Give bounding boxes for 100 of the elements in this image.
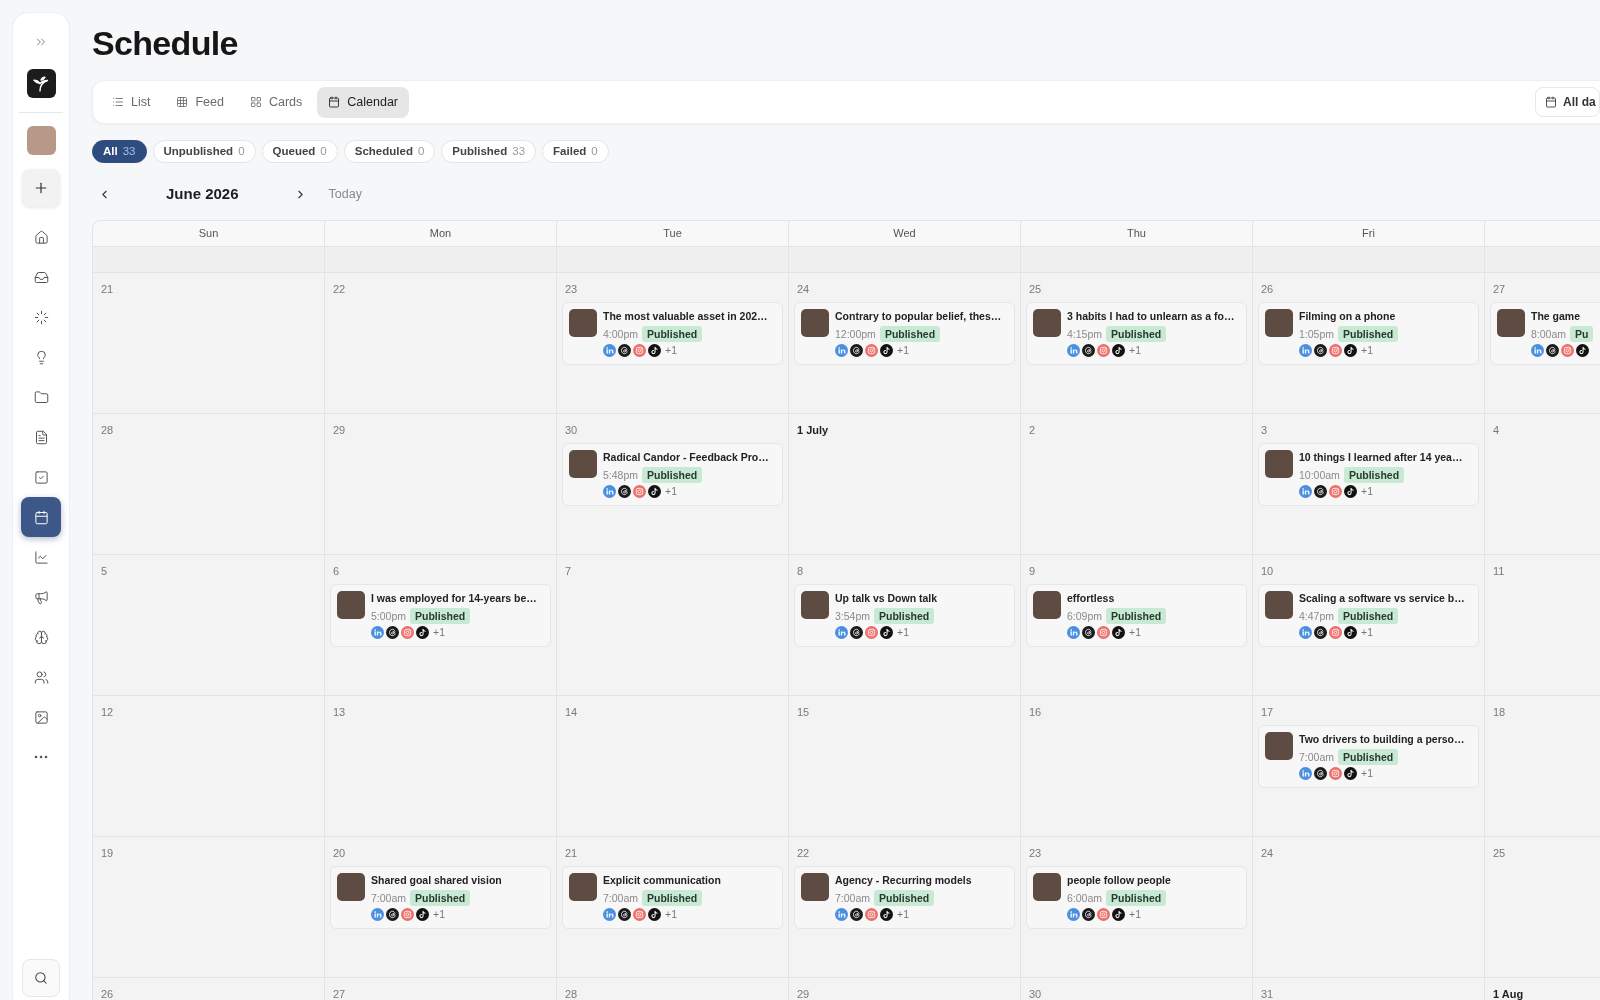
post-card[interactable]: Radical Candor - Feedback Pro… 5:48pm Published +1 — [562, 443, 783, 506]
status-badge: Published — [1338, 326, 1399, 343]
day-number: 20 — [333, 846, 346, 860]
post-title: Filming on a phone — [1299, 309, 1397, 323]
view-tab[interactable]: Feed — [165, 86, 235, 118]
photo-placeholder — [569, 450, 597, 478]
post-card[interactable]: Contrary to popular belief, thes… 12:00pm Published +1 — [794, 302, 1015, 365]
photo-placeholder — [801, 873, 829, 901]
platform-count: +1 — [1129, 908, 1141, 922]
status-badge: Published — [879, 326, 941, 343]
status-badge: Published — [874, 608, 935, 625]
filter-pill[interactable]: All 33 — [92, 140, 147, 163]
post-title: Explicit communication — [603, 873, 721, 887]
home-icon — [33, 229, 49, 245]
post-title: Contrary to popular belief, thes… — [835, 309, 1002, 323]
filter-pill[interactable]: Unpublished 0 — [152, 140, 256, 163]
chevrons-right-icon — [34, 35, 48, 49]
linkedin-icon — [835, 344, 848, 358]
filter-pill[interactable]: Queued 0 — [261, 140, 338, 163]
post-time: 5:48pm — [603, 468, 639, 483]
linkedin-icon — [1067, 344, 1080, 358]
threads-icon — [1314, 344, 1327, 358]
day-number: 23 — [565, 282, 578, 296]
photo-placeholder — [1265, 450, 1293, 478]
date-range-button[interactable]: All da — [1535, 87, 1600, 117]
day-number: 4 — [1493, 423, 1500, 437]
post-card[interactable]: Two drivers to building a perso… 7:00am Published +1 — [1258, 725, 1479, 788]
status-badge: Published — [1106, 326, 1167, 343]
tiktok-icon — [648, 344, 661, 358]
linkedin-icon — [1067, 908, 1080, 922]
post-time: 8:00am — [1531, 327, 1567, 342]
post-time: 3:54pm — [835, 609, 871, 624]
threads-icon — [1082, 344, 1095, 358]
cards-grid-icon — [249, 96, 262, 108]
view-tab[interactable]: List — [101, 86, 162, 118]
filter-pill[interactable]: Failed 0 — [542, 140, 609, 163]
post-card[interactable]: The most valuable asset in 202… 4:00pm Published +1 — [562, 302, 783, 365]
search-button[interactable] — [22, 959, 60, 997]
instagram-icon — [401, 626, 414, 640]
post-time: 10:00am — [1299, 468, 1340, 483]
filter-pill[interactable]: Scheduled 0 — [343, 140, 436, 163]
document-icon — [33, 429, 49, 445]
photo-placeholder — [801, 591, 829, 619]
platform-count: +1 — [1361, 485, 1373, 499]
tiktok-icon — [880, 908, 893, 922]
search-icon — [34, 971, 48, 985]
view-tab[interactable]: Calendar — [317, 86, 410, 118]
post-time: 4:00pm — [603, 327, 639, 342]
linkedin-icon — [1299, 485, 1312, 499]
post-card[interactable]: 3 habits I had to unlearn as a fo… 4:15pm Published +1 — [1026, 302, 1247, 365]
filter-count: 0 — [417, 143, 425, 159]
post-time: 4:47pm — [1299, 609, 1335, 624]
day-number: 26 — [1261, 282, 1274, 296]
filter-count: 33 — [122, 143, 136, 159]
post-title: Scaling a software vs service b… — [1299, 591, 1465, 605]
image-icon — [33, 709, 49, 725]
day-number: 29 — [797, 987, 810, 1000]
post-card[interactable]: Filming on a phone 1:05pm Published +1 — [1258, 302, 1479, 365]
day-number: 24 — [797, 282, 810, 296]
threads-icon — [1082, 626, 1095, 640]
avatar-placeholder[interactable] — [26, 126, 56, 155]
month-label: June 2026 — [166, 183, 239, 204]
status-badge: Published — [642, 890, 703, 907]
weekday-label: Fri — [1362, 226, 1375, 242]
post-card[interactable]: I was employed for 14-years be… 5:00pm Published +1 — [330, 584, 551, 647]
threads-icon — [386, 626, 399, 640]
status-badge: Published — [1106, 890, 1167, 907]
post-card[interactable]: The game 8:00am Pu — [1490, 302, 1600, 365]
day-number: 22 — [797, 846, 810, 860]
tiktok-icon — [1344, 626, 1357, 640]
day-number: 11 — [1493, 564, 1505, 578]
nav-button[interactable] — [21, 497, 61, 537]
post-card[interactable]: people follow people 6:00am Published +1 — [1026, 866, 1247, 929]
photo-placeholder — [1033, 591, 1061, 619]
photo-placeholder — [1033, 873, 1061, 901]
platform-count: +1 — [1361, 344, 1373, 358]
day-number: 18 — [1493, 705, 1506, 719]
add-button[interactable] — [22, 169, 60, 207]
users-icon — [33, 669, 49, 685]
linkedin-icon — [1299, 626, 1312, 640]
post-time: 7:00am — [603, 891, 639, 906]
post-card[interactable]: Agency - Recurring models 7:00am Published +1 — [794, 866, 1015, 929]
linkedin-icon — [835, 908, 848, 922]
post-time: 12:00pm — [835, 327, 876, 342]
weekday-label: Mon — [429, 226, 452, 242]
post-card[interactable]: Scaling a software vs service b… 4:47pm Published +1 — [1258, 584, 1479, 647]
post-time: 1:05pm — [1299, 327, 1335, 342]
post-card[interactable]: effortless 6:09pm Published +1 — [1026, 584, 1247, 647]
post-card[interactable]: Up talk vs Down talk 3:54pm Published +1 — [794, 584, 1015, 647]
post-card[interactable]: Explicit communication 7:00am Published +1 — [562, 866, 783, 929]
calendar-icon — [33, 509, 49, 525]
day-number: 3 — [1261, 423, 1268, 437]
logo-icon — [26, 69, 56, 98]
instagram-icon — [401, 908, 414, 922]
post-time: 7:00am — [1299, 750, 1335, 765]
linkedin-icon — [835, 626, 848, 640]
view-tab[interactable]: Cards — [238, 86, 314, 118]
filter-pill[interactable]: Published 33 — [441, 140, 537, 163]
post-card[interactable]: 10 things I learned after 14 yea… 10:00am Published +1 — [1258, 443, 1479, 506]
post-card[interactable]: Shared goal shared vision 7:00am Published +1 — [330, 866, 551, 929]
